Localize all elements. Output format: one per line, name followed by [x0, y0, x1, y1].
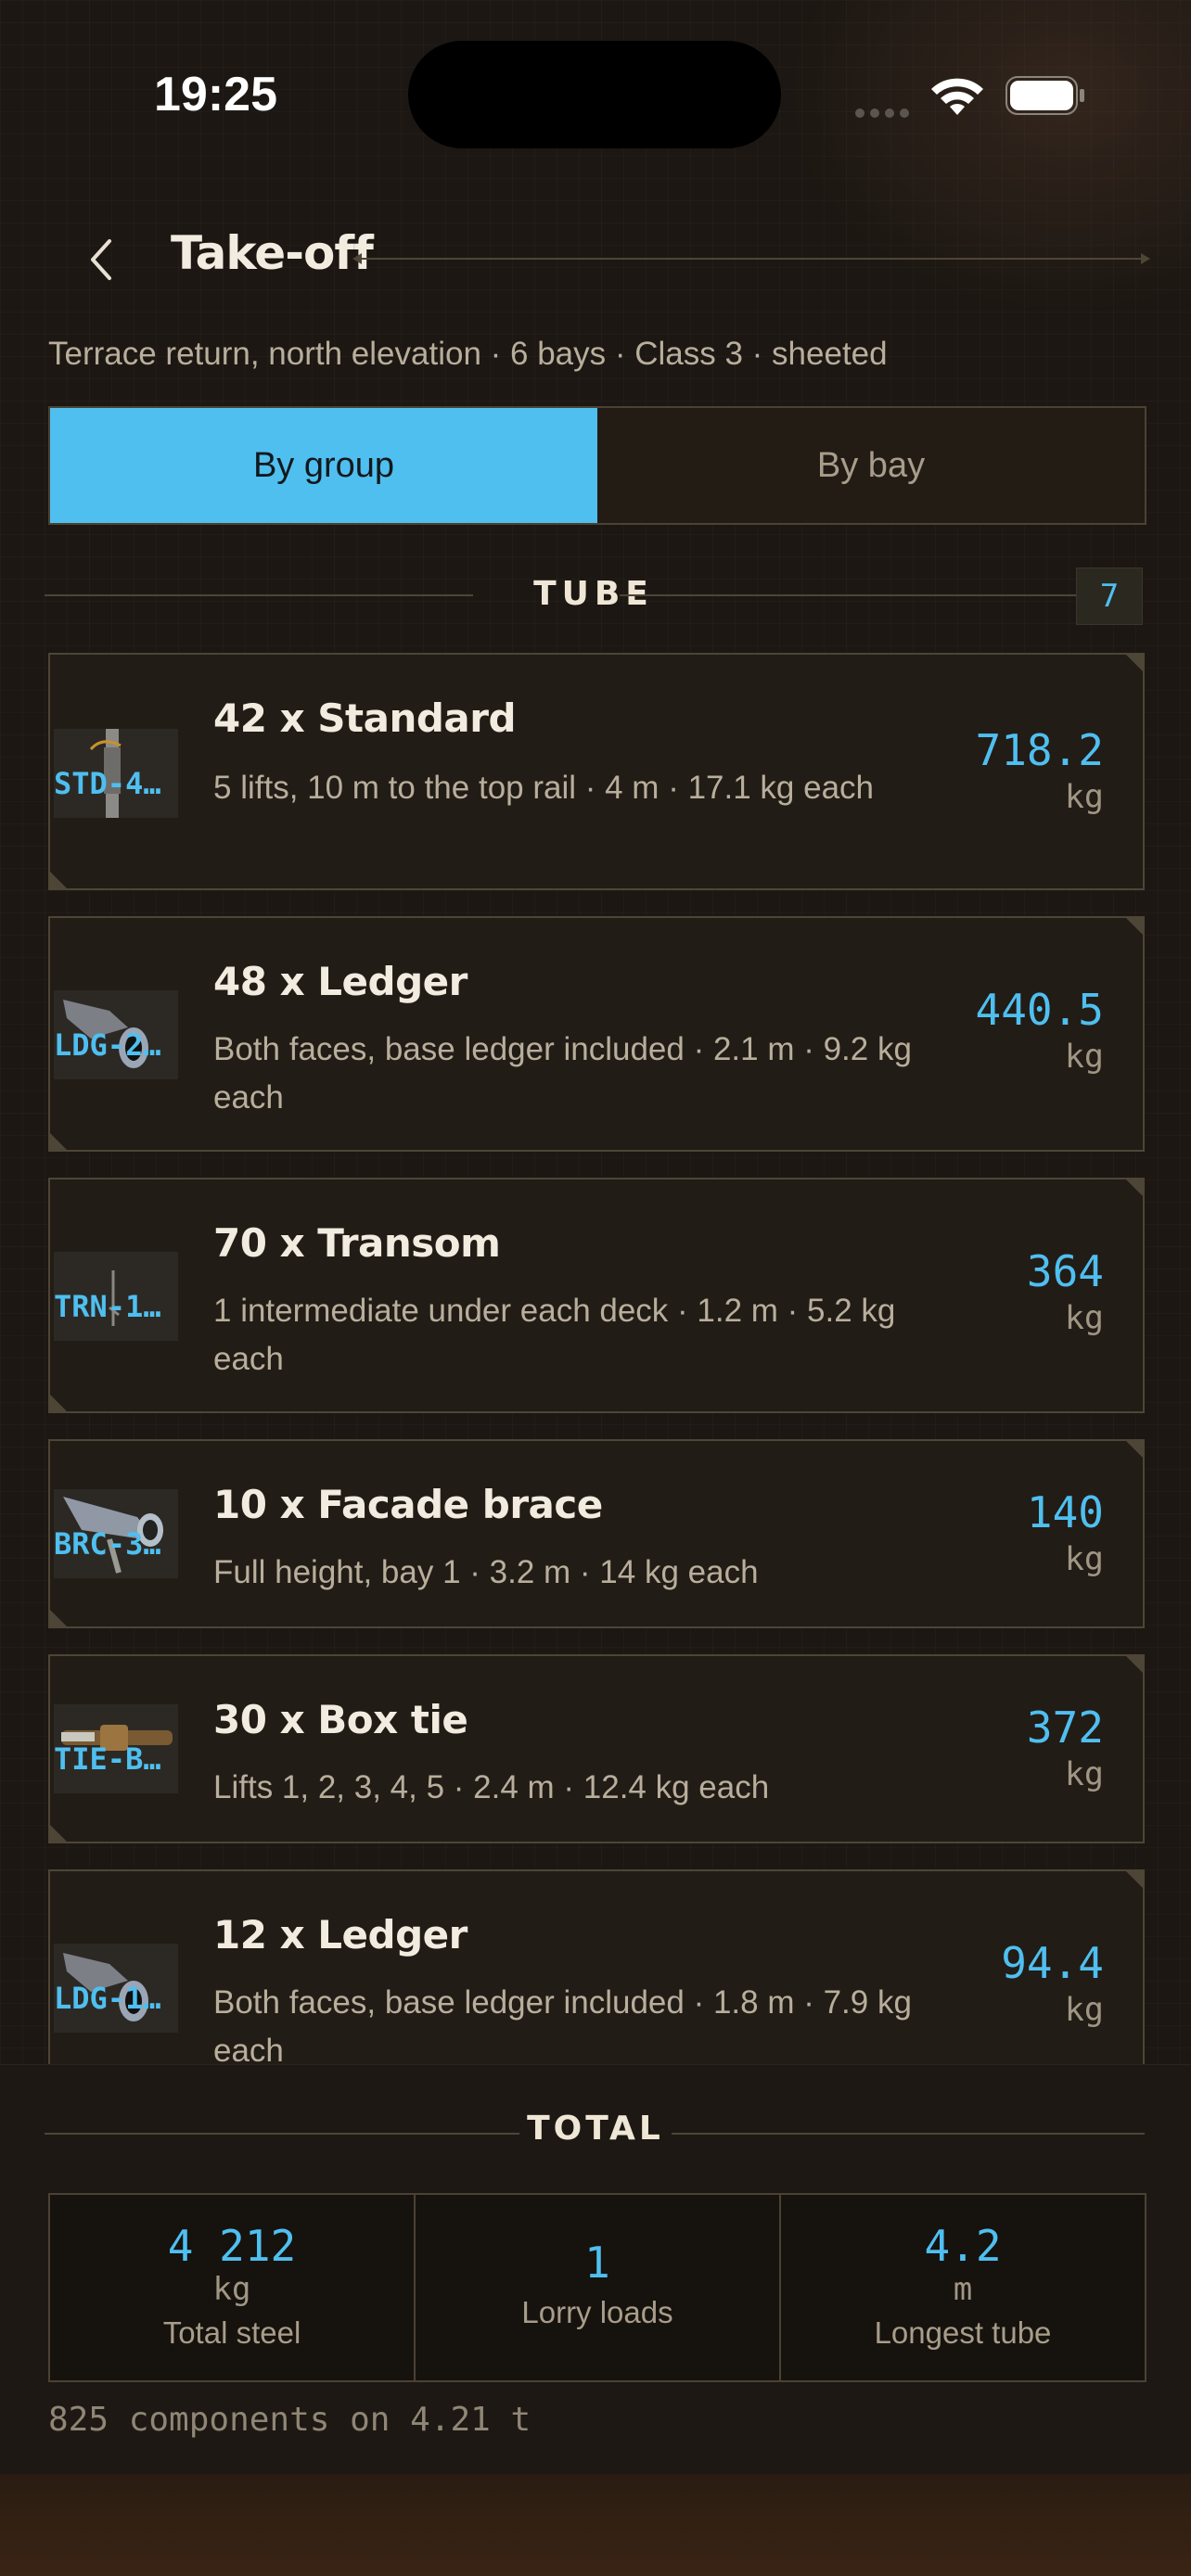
section-header-tube: TUBE 7	[45, 567, 1143, 625]
stat-lorry-loads: 1 Lorry loads	[416, 2195, 781, 2380]
view-mode-toggle: By group By bay	[48, 406, 1146, 525]
title-divider	[352, 253, 1150, 264]
cellular-signal-icon	[855, 104, 915, 121]
component-thumbnail: STD-4…	[54, 729, 178, 818]
components-summary: 825 components on 4.21 t	[48, 2401, 531, 2439]
list-item[interactable]: TRN-1… 70 x Transom 1 intermediate under…	[48, 1178, 1145, 1413]
chevron-left-icon	[91, 239, 111, 280]
total-title: TOTAL	[527, 2110, 664, 2148]
component-code: LDG-2…	[54, 1027, 161, 1063]
section-divider-left	[45, 594, 473, 596]
item-weight-unit: kg	[1064, 1756, 1104, 1793]
tab-by-group[interactable]: By group	[50, 408, 597, 523]
list-item[interactable]: LDG-1… 12 x Ledger Both faces, base ledg…	[48, 1869, 1145, 2064]
section-divider-right	[620, 594, 1102, 596]
lorry-loads-label: Lorry loads	[521, 2295, 673, 2329]
item-name: 10 x Facade brace	[213, 1482, 603, 1527]
total-divider-right	[672, 2133, 1145, 2135]
dynamic-island	[408, 41, 781, 148]
item-name: 48 x Ledger	[213, 959, 467, 1004]
component-code: STD-4…	[54, 766, 161, 801]
item-weight-unit: kg	[1064, 1541, 1104, 1578]
component-code: BRC-3…	[54, 1526, 161, 1562]
status-time: 19:25	[154, 68, 277, 121]
item-weight-unit: kg	[1064, 1992, 1104, 2029]
item-weight: 372	[1026, 1702, 1104, 1753]
project-summary: Terrace return, north elevation · 6 bays…	[48, 336, 888, 372]
back-button[interactable]	[78, 234, 124, 286]
totals-grid: 4 212 kg Total steel 1 Lorry loads 4.2 m…	[48, 2193, 1146, 2382]
item-name: 42 x Standard	[213, 695, 517, 741]
stat-total-steel: 4 212 kg Total steel	[50, 2195, 416, 2380]
component-list[interactable]: STD-4… 42 x Standard 5 lifts, 10 m to th…	[0, 653, 1191, 2064]
item-weight-unit: kg	[1064, 1300, 1104, 1337]
list-item[interactable]: BRC-3… 10 x Facade brace Full height, ba…	[48, 1439, 1145, 1628]
component-code: LDG-1…	[54, 1981, 161, 2016]
tab-by-bay[interactable]: By bay	[597, 408, 1145, 523]
page-title: Take-off	[171, 226, 374, 280]
total-steel-value: 4 212	[167, 2221, 297, 2271]
list-item[interactable]: TIE-B… 30 x Box tie Lifts 1, 2, 3, 4, 5 …	[48, 1654, 1145, 1843]
lorry-loads-value: 1	[584, 2238, 610, 2288]
item-weight-unit: kg	[1064, 1039, 1104, 1076]
header: Take-off	[0, 223, 1191, 297]
item-description: Both faces, base ledger included · 1.8 m…	[213, 1984, 912, 2064]
total-divider-left	[45, 2133, 519, 2135]
item-name: 12 x Ledger	[213, 1912, 467, 1958]
background-photo-bottom	[0, 2474, 1191, 2576]
component-thumbnail: LDG-1…	[54, 1944, 178, 2033]
item-name: 30 x Box tie	[213, 1697, 468, 1742]
component-code: TIE-B…	[54, 1741, 161, 1777]
list-item[interactable]: STD-4… 42 x Standard 5 lifts, 10 m to th…	[48, 653, 1145, 890]
component-code: TRN-1…	[54, 1289, 161, 1324]
list-item[interactable]: LDG-2… 48 x Ledger Both faces, base ledg…	[48, 916, 1145, 1152]
item-weight: 364	[1026, 1246, 1104, 1296]
longest-tube-value: 4.2	[924, 2221, 1002, 2271]
wifi-icon	[931, 78, 983, 115]
item-description: Lifts 1, 2, 3, 4, 5 · 2.4 m · 12.4 kg ea…	[213, 1769, 770, 1805]
longest-tube-label: Longest tube	[874, 2315, 1052, 2350]
stat-longest-tube: 4.2 m Longest tube	[781, 2195, 1145, 2380]
battery-icon	[1005, 76, 1084, 115]
item-description: Full height, bay 1 · 3.2 m · 14 kg each	[213, 1554, 759, 1590]
longest-tube-unit: m	[953, 2271, 973, 2308]
total-steel-unit: kg	[212, 2271, 251, 2308]
item-weight: 94.4	[1001, 1938, 1104, 1988]
item-description: 5 lifts, 10 m to the top rail · 4 m · 17…	[213, 770, 874, 806]
item-description: Both faces, base ledger included · 2.1 m…	[213, 1031, 912, 1116]
item-weight: 718.2	[975, 725, 1104, 775]
item-description: 1 intermediate under each deck · 1.2 m ·…	[213, 1293, 896, 1377]
component-thumbnail: TRN-1…	[54, 1252, 178, 1341]
totals-panel: TOTAL 4 212 kg Total steel 1 Lorry loads…	[0, 2064, 1191, 2475]
item-weight: 140	[1026, 1487, 1104, 1537]
component-thumbnail: BRC-3…	[54, 1489, 178, 1578]
item-name: 70 x Transom	[213, 1220, 501, 1266]
item-weight: 440.5	[975, 985, 1104, 1035]
item-weight-unit: kg	[1064, 779, 1104, 816]
component-thumbnail: LDG-2…	[54, 990, 178, 1079]
component-thumbnail: TIE-B…	[54, 1704, 178, 1793]
section-count-badge: 7	[1076, 567, 1143, 625]
status-bar: 19:25	[0, 0, 1191, 185]
total-steel-label: Total steel	[162, 2315, 301, 2350]
